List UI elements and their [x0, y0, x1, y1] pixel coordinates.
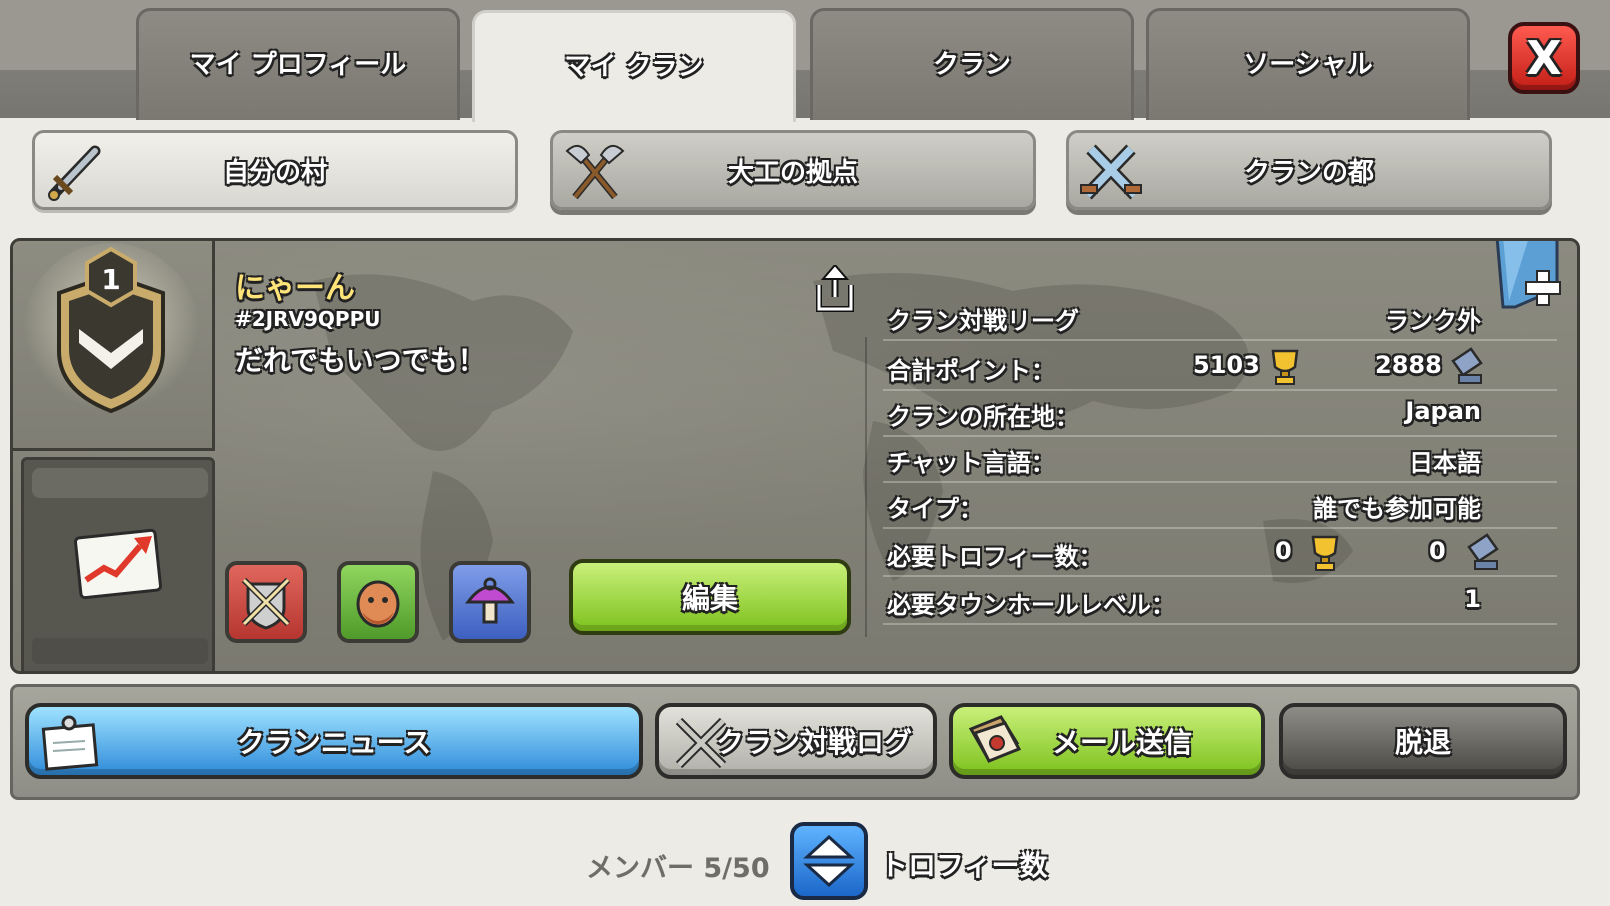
builder-trophy-icon [1451, 347, 1483, 384]
share-icon[interactable] [813, 265, 857, 313]
clan-level-text: 1 [101, 263, 120, 296]
total-points-label: 合計ポイント： [887, 357, 1055, 385]
subtab-builder-base[interactable]: 大工の拠点 [550, 130, 1036, 210]
clan-badge-icon: 1 [23, 243, 199, 419]
required-th-value: 1 [1464, 585, 1481, 613]
clan-description: だれでもいつでも！ [235, 344, 486, 377]
required-th-label: 必要タウンホールレベル： [887, 591, 1175, 619]
stats-footer-bar [32, 638, 208, 664]
subtab-label: クランの都 [1243, 157, 1374, 188]
builder-trophy-icon [1467, 533, 1499, 570]
send-mail-button[interactable]: メール送信 [949, 703, 1265, 779]
info-row-total-points: 合計ポイント： 5103 2888 [883, 345, 1557, 391]
clan-perk-war[interactable] [225, 561, 307, 643]
tab-my-clan[interactable]: マイ クラン [472, 10, 796, 122]
subtab-label: 自分の村 [222, 157, 327, 188]
required-trophies-label: 必要トロフィー数： [887, 543, 1103, 571]
info-row-chat-language: チャット言語： 日本語 [883, 437, 1557, 483]
subtab-home-village[interactable]: 自分の村 [32, 130, 518, 210]
clan-perk-mushroom[interactable] [449, 561, 531, 643]
axes-icon [565, 144, 625, 200]
info-row-type: タイプ： 誰でも参加可能 [883, 483, 1557, 529]
tab-social[interactable]: ソーシャル [1146, 8, 1470, 120]
war-log-button[interactable]: クラン対戦ログ [655, 703, 937, 779]
clan-info-panel: 1 にゃーん #2JRV9QPPU だれでもいつでも！ 編集 クラン対戦リーグ … [10, 238, 1580, 674]
war-perk-icon [241, 577, 291, 630]
crossed-swords-icon [675, 717, 727, 769]
close-icon: X [1526, 31, 1562, 85]
chat-language-label: チャット言語： [887, 449, 1055, 477]
type-label: タイプ： [887, 495, 983, 523]
barbarian-face-icon [356, 580, 400, 628]
info-row-required-townhall: 必要タウンホールレベル： 1 [883, 579, 1557, 625]
tab-label: マイ クラン [564, 52, 704, 82]
war-log-button-label: クラン対戦ログ [715, 726, 912, 759]
leave-button-label: 脱退 [1394, 726, 1451, 759]
war-league-value: ランク外 [1385, 307, 1481, 335]
edit-button-label: 編集 [681, 582, 738, 615]
tab-label: マイ プロフィール [189, 50, 407, 80]
note-icon [41, 715, 99, 771]
war-league-label: クラン対戦リーグ [887, 307, 1079, 335]
info-row-war-league: クラン対戦リーグ ランク外 [883, 295, 1557, 341]
sort-label: トロフィー数 [880, 849, 1048, 882]
news-button-label: クランニュース [236, 726, 432, 759]
info-row-required-trophies: 必要トロフィー数： 0 0 [883, 531, 1557, 577]
mushroom-icon [465, 577, 515, 624]
close-button[interactable]: X [1508, 22, 1580, 94]
mail-icon [968, 715, 1022, 763]
member-count: メンバー 5/50 [586, 853, 770, 884]
clan-perk-barbarian[interactable] [337, 561, 419, 643]
chart-trend-icon [74, 528, 163, 600]
location-label: クランの所在地： [887, 403, 1079, 431]
tab-label: ソーシャル [1243, 50, 1373, 80]
type-value: 誰でも参加可能 [1313, 495, 1481, 523]
clan-stats-button[interactable] [21, 457, 215, 671]
required-trophies-home: 0 [1275, 537, 1292, 565]
clan-tag: #2JRV9QPPU [235, 307, 381, 331]
clan-badge-box: 1 [13, 241, 215, 451]
tab-my-profile[interactable]: マイ プロフィール [136, 8, 460, 120]
crossed-swords-icon [1080, 144, 1142, 200]
trophy-icon [1311, 535, 1339, 571]
sort-toggle-button[interactable] [790, 822, 868, 900]
required-trophies-builder: 0 [1429, 537, 1446, 565]
tab-clan[interactable]: クラン [810, 8, 1134, 120]
stats-header-bar [32, 468, 208, 498]
total-points-builder: 2888 [1375, 351, 1442, 379]
trophy-icon [1271, 349, 1299, 385]
chat-language-value: 日本語 [1409, 449, 1481, 477]
sort-arrows-icon [803, 834, 855, 888]
edit-clan-button[interactable]: 編集 [569, 559, 851, 635]
clan-action-bar: クランニュース クラン対戦ログ メール送信 脱退 [10, 684, 1580, 800]
tab-label: クラン [932, 50, 1011, 80]
leave-clan-button[interactable]: 脱退 [1279, 703, 1567, 779]
sword-icon [48, 145, 101, 201]
clan-name: にゃーん [235, 271, 355, 306]
subtab-label: 大工の拠点 [727, 157, 858, 188]
clan-news-button[interactable]: クランニュース [25, 703, 643, 779]
subtab-clan-capital[interactable]: クランの都 [1066, 130, 1552, 210]
mail-button-label: メール送信 [1051, 726, 1192, 759]
info-row-location: クランの所在地： Japan [883, 391, 1557, 437]
panel-divider [865, 337, 867, 637]
location-value: Japan [1405, 397, 1481, 425]
total-points-home: 5103 [1193, 351, 1260, 379]
